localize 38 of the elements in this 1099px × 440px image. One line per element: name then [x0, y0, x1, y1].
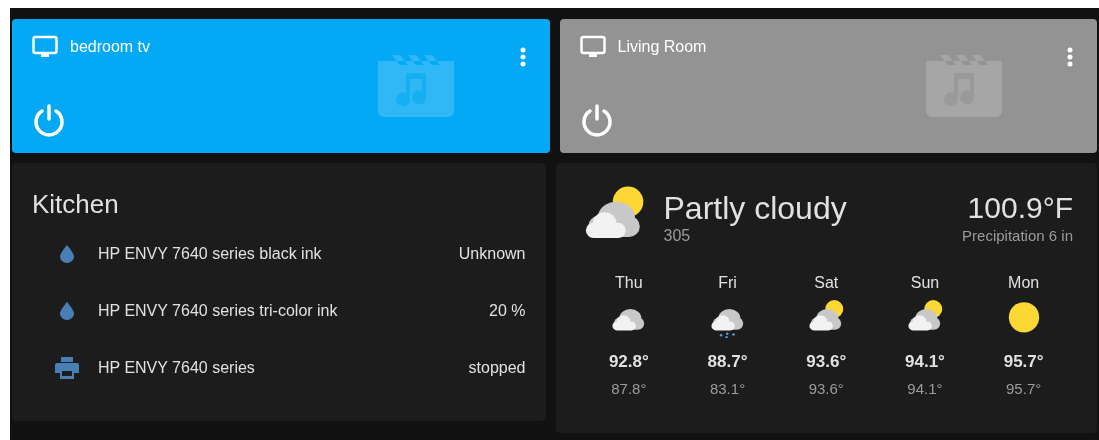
menu-icon[interactable] [519, 47, 526, 67]
forecast-high: 93.6° [806, 351, 847, 373]
forecast-high: 95.7° [1003, 351, 1044, 373]
menu-icon[interactable] [1067, 47, 1073, 67]
power-icon[interactable] [579, 103, 614, 137]
forecast-low: 83.1° [709, 379, 746, 399]
weather-condition: Partly cloudy [663, 189, 847, 227]
precipitation: Precipitation 6 in [962, 227, 1073, 245]
forecast-day: Sun [910, 273, 940, 293]
forecast-low: 87.8° [611, 379, 647, 399]
card-title: Kitchen [32, 191, 120, 217]
forecast-low: 93.6° [808, 379, 844, 399]
temperature: 100.9°F [967, 190, 1073, 226]
forecast-low: 94.1° [907, 379, 943, 399]
entity-name[interactable]: HP ENVY 7640 series black ink [98, 241, 459, 266]
droplet-icon [60, 301, 74, 320]
forecast-day: Fri [718, 273, 737, 293]
forecast-low: 95.7° [1006, 379, 1042, 399]
droplet-icon [60, 244, 74, 263]
forecast-day: Mon [1008, 273, 1040, 293]
weather-subtitle: 305 [663, 227, 692, 245]
tv-icon [32, 35, 58, 59]
forecast-day: Sat [814, 273, 839, 293]
tv-icon [579, 35, 606, 59]
forecast-high: 88.7° [707, 351, 748, 373]
entity-state: 20 % [489, 300, 526, 321]
forecast-high: 92.8° [608, 351, 649, 373]
forecast-day: Thu [615, 273, 643, 293]
film-music-icon [378, 55, 454, 117]
entity-state: stopped [468, 357, 526, 378]
entity-name[interactable]: HP ENVY 7640 series [98, 355, 469, 380]
entity-state: Unknown [458, 243, 526, 264]
entity-name[interactable]: HP ENVY 7640 series tri-color ink [98, 298, 490, 323]
player-name: Living Room [617, 37, 707, 57]
printer-icon [55, 356, 79, 379]
forecast-high: 94.1° [905, 351, 945, 373]
player-name: bedroom tv [70, 37, 151, 57]
power-icon[interactable] [32, 103, 66, 137]
